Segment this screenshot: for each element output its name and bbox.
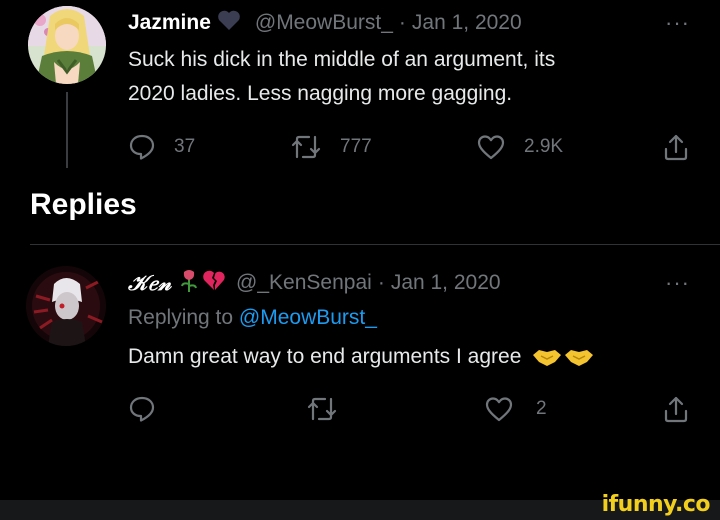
replying-prefix: Replying to xyxy=(128,306,234,329)
reply-text-line: Damn great way to end arguments I agree xyxy=(128,340,595,373)
like-count: 2.9K xyxy=(524,136,564,157)
retweet-icon xyxy=(306,395,338,423)
retweet-icon xyxy=(290,133,322,161)
reply-like-count: 2 xyxy=(536,398,547,419)
tweet-date[interactable]: Jan 1, 2020 xyxy=(412,11,522,35)
reply-icon xyxy=(128,395,156,423)
reply-header-separator: · xyxy=(377,271,385,294)
like-icon xyxy=(484,395,514,423)
reply-text: Damn great way to end arguments I agree xyxy=(128,345,522,368)
reply-like-button[interactable]: 2 xyxy=(484,393,547,425)
reply-button[interactable]: 37 xyxy=(128,131,195,163)
jazmine-avatar[interactable] xyxy=(28,6,106,84)
reply-date[interactable]: Jan 1, 2020 xyxy=(391,271,501,295)
retweet-count: 777 xyxy=(340,136,372,157)
section-divider xyxy=(30,244,720,245)
reply-author-name[interactable]: 𝒦𝑒𝓃 xyxy=(128,270,172,296)
replies-heading: Replies xyxy=(30,188,137,221)
reply-count: 37 xyxy=(174,136,196,157)
tweet-text-line-2: 2020 ladies. Less nagging more gagging. xyxy=(128,82,513,105)
dark-heart-icon xyxy=(217,9,241,37)
ifunny-watermark: ifunny.co xyxy=(601,492,711,517)
reply-share-button[interactable] xyxy=(661,393,691,425)
replying-to-link[interactable]: @MeowBurst_ xyxy=(239,306,377,329)
reply-reply-button[interactable] xyxy=(128,393,156,425)
share-button[interactable] xyxy=(661,131,691,163)
broken-heart-icon xyxy=(202,269,226,297)
author-name[interactable]: Jazmine xyxy=(128,11,211,35)
ken-avatar[interactable] xyxy=(26,266,106,346)
reply-header: 𝒦𝑒𝓃 @_KenSenpai · Jan 1, 2020 xyxy=(128,270,501,296)
like-icon xyxy=(476,133,506,161)
share-icon xyxy=(661,394,691,424)
author-handle[interactable]: @MeowBurst_ xyxy=(255,11,393,35)
header-separator: · xyxy=(398,11,406,34)
reply-author-handle[interactable]: @_KenSenpai xyxy=(236,271,372,295)
like-button[interactable]: 2.9K xyxy=(476,131,563,163)
tweet-header: Jazmine @MeowBurst_ · Jan 1, 2020 xyxy=(128,10,522,36)
reply-icon xyxy=(128,133,156,161)
retweet-button[interactable]: 777 xyxy=(290,131,372,163)
reply-more-icon[interactable]: ··· xyxy=(665,270,690,296)
tweet-text-line-1: Suck his dick in the middle of an argume… xyxy=(128,48,556,71)
tweet-actions: 37 777 2.9K xyxy=(0,131,720,163)
replying-to-line: Replying to @MeowBurst_ xyxy=(128,306,377,330)
share-icon xyxy=(661,132,691,162)
reply-actions: 2 xyxy=(0,393,720,425)
handshake-emoji-icon xyxy=(531,346,595,368)
rose-icon xyxy=(180,268,198,298)
reply-retweet-button[interactable] xyxy=(306,393,338,425)
more-icon[interactable]: ··· xyxy=(665,10,690,36)
